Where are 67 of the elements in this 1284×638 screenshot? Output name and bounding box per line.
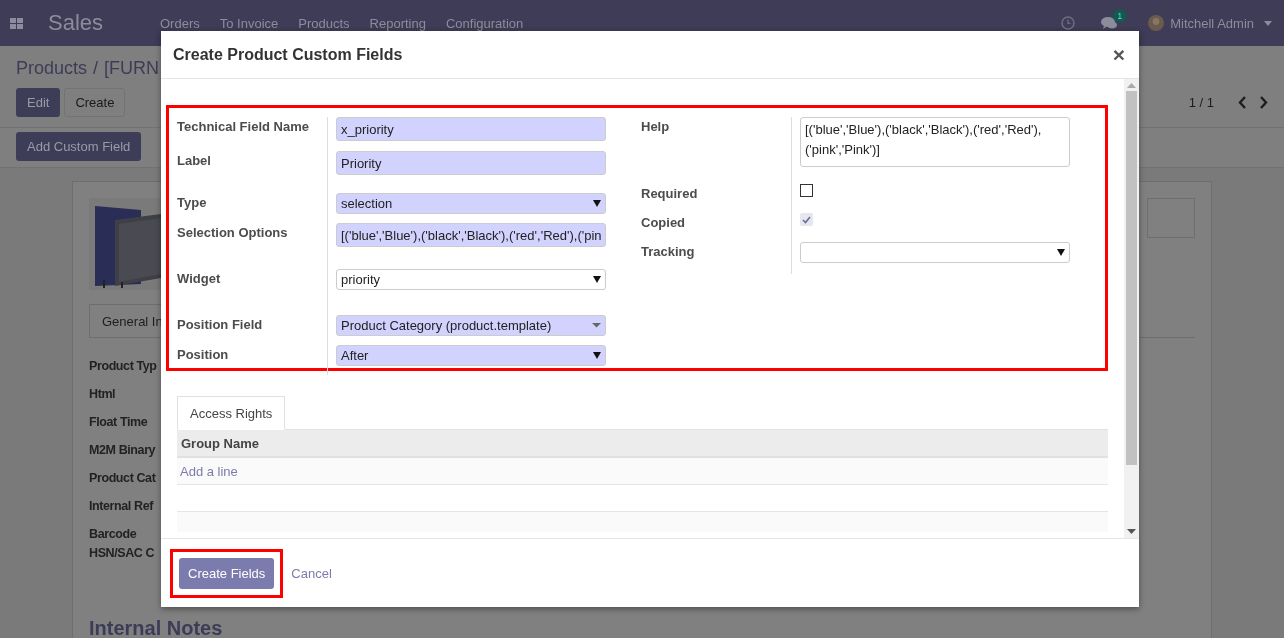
scrollbar-thumb[interactable]: [1126, 91, 1137, 465]
field-label: Html: [89, 386, 116, 403]
user-menu[interactable]: Mitchell Admin: [1170, 15, 1254, 31]
dropdown-field[interactable]: priority: [336, 269, 606, 290]
dropdown-field[interactable]: selection: [336, 193, 606, 214]
create-fields-button[interactable]: Create Fields: [179, 557, 275, 589]
previous-icon[interactable]: [1238, 96, 1247, 109]
dropdown-arrow-icon: [592, 323, 601, 328]
breadcrumb-current: [FURN: [104, 58, 160, 79]
avatar-icon[interactable]: [1148, 15, 1165, 31]
caret-icon[interactable]: [1264, 20, 1272, 26]
dropdown-field[interactable]: [800, 242, 1070, 263]
tab[interactable]: Access Rights: [177, 396, 286, 430]
dropdown-arrow-icon: [1057, 249, 1065, 256]
add-custom-field-button[interactable]: Add Custom Field: [16, 132, 142, 161]
text-field[interactable]: x_priority: [336, 117, 606, 141]
field-label: Help: [641, 119, 670, 134]
menu-item[interactable]: Orders: [160, 15, 200, 31]
menu-item[interactable]: Reporting: [369, 15, 426, 31]
breadcrumb-separator: /: [93, 58, 99, 79]
dropdown-arrow-icon: [593, 200, 601, 207]
field-label: Position: [177, 347, 229, 362]
chat-icon[interactable]: [1101, 16, 1119, 30]
field-label: Position Field: [177, 317, 263, 332]
menu-item[interactable]: Products: [298, 15, 350, 31]
field-label: Product Cat: [89, 470, 156, 487]
cancel-link[interactable]: Cancel: [287, 559, 336, 587]
help-text-area[interactable]: [('blue','Blue'),('black','Black'),('red','Red'),('pink','Pink')]: [800, 117, 1070, 167]
pager-counter: 1 / 1: [1188, 95, 1214, 110]
field-label: M2M Binary: [89, 442, 156, 459]
menu-item[interactable]: To Invoice: [219, 15, 279, 31]
add-line-link[interactable]: Add a line: [180, 463, 238, 479]
column-header[interactable]: Group Name: [181, 435, 259, 451]
field-label: Float Time: [89, 414, 148, 431]
close-button[interactable]: ×: [1110, 44, 1127, 65]
field-label: Technical Field Name: [177, 119, 309, 134]
text-field[interactable]: [('blue','Blue'),('black','Black'),('red','Red'),('pin: [336, 223, 606, 247]
dropdown-field[interactable]: Product Category (product.template): [336, 315, 606, 336]
dialog-title: Create Product Custom Fields: [173, 45, 403, 64]
dropdown-arrow-icon: [593, 276, 601, 283]
scroll-down-icon[interactable]: [1127, 529, 1136, 534]
field-label: Copied: [641, 215, 686, 230]
apps-menu-icon[interactable]: [10, 17, 23, 29]
field-label: Product Typ: [89, 358, 157, 375]
create-button[interactable]: Create: [64, 88, 126, 117]
field-label: Barcode: [89, 526, 137, 543]
field-label: Required: [641, 186, 698, 201]
dropdown-field[interactable]: After: [336, 345, 606, 366]
field-label: Tracking: [641, 244, 695, 259]
section-title: Internal Notes: [89, 617, 224, 638]
edit-button[interactable]: Edit: [16, 88, 61, 117]
app-name: Sales: [48, 10, 105, 36]
field-label: Type: [177, 195, 207, 210]
field-label: Widget: [177, 271, 221, 286]
field-label: Label: [177, 153, 211, 168]
clock-icon[interactable]: [1061, 16, 1076, 30]
text-field[interactable]: Priority: [336, 151, 606, 175]
field-label: Internal Ref: [89, 498, 153, 515]
dropdown-arrow-icon: [593, 352, 601, 359]
checkbox[interactable]: [800, 184, 813, 197]
next-icon[interactable]: [1259, 96, 1268, 109]
menu-item[interactable]: Configuration: [445, 15, 524, 31]
scroll-up-icon[interactable]: [1127, 83, 1136, 88]
field-label: HSN/SAC C: [89, 545, 155, 562]
breadcrumb-link[interactable]: Products: [16, 58, 88, 79]
message-count-badge: 1: [1113, 10, 1127, 22]
field-label: Selection Options: [177, 225, 288, 240]
